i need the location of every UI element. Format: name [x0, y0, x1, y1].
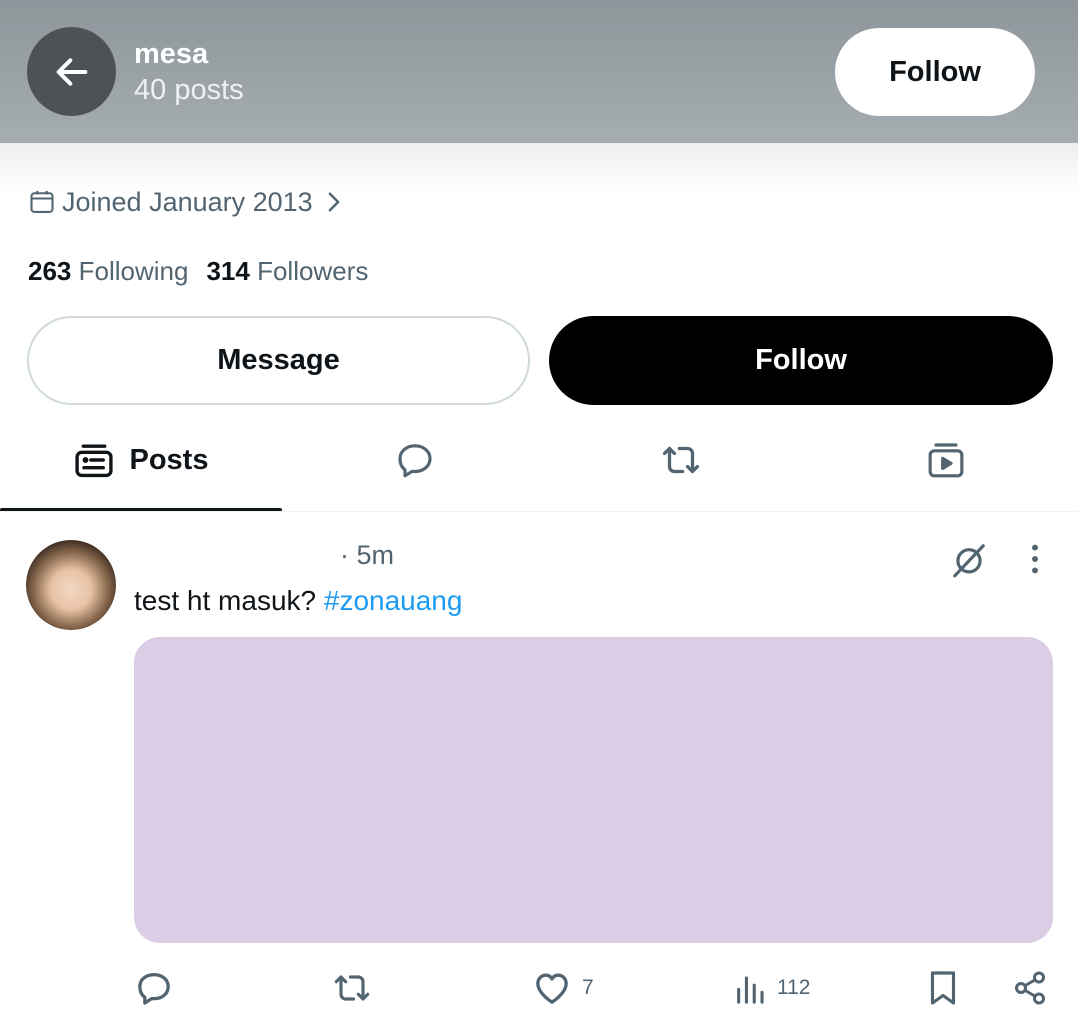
like-action[interactable]: 7 — [532, 966, 594, 1010]
tab-divider — [0, 511, 1078, 512]
repost-icon — [334, 975, 370, 1001]
more-vertical-icon — [1032, 544, 1038, 574]
reply-icon — [138, 973, 170, 1005]
reply-action[interactable] — [134, 966, 184, 1010]
bookmark-icon — [930, 971, 956, 1005]
bookmark-action[interactable] — [925, 966, 961, 1010]
grok-slash-icon — [953, 544, 985, 578]
post-body: test ht masuk? — [134, 585, 324, 616]
joined-date: Joined January 2013 — [62, 186, 313, 217]
like-count: 7 — [582, 976, 594, 999]
followers-label: Followers — [257, 256, 369, 286]
repost-icon — [662, 446, 700, 474]
following-link[interactable]: 263 Following — [28, 256, 188, 286]
tab-media[interactable] — [814, 420, 1078, 500]
message-button[interactable]: Message — [27, 316, 530, 405]
followers-link[interactable]: 314 Followers — [206, 256, 368, 286]
following-label: Following — [78, 256, 189, 286]
post-timestamp[interactable]: · 5m — [340, 540, 394, 571]
tab-posts-label: Posts — [129, 443, 209, 476]
hashtag-link[interactable]: #zonauang — [324, 585, 463, 616]
media-icon — [928, 443, 964, 478]
post-author-avatar[interactable] — [26, 540, 116, 630]
posts-icon — [74, 444, 113, 478]
post-more-icon[interactable] — [1024, 543, 1046, 580]
back-button[interactable] — [27, 27, 116, 116]
follow-button[interactable]: Follow — [549, 316, 1053, 405]
following-count: 263 — [28, 256, 72, 286]
tab-posts[interactable]: Posts — [0, 420, 282, 500]
repost-action[interactable] — [330, 966, 384, 1010]
grok-icon[interactable] — [950, 541, 988, 584]
follow-stats: 263 Following 314 Followers — [28, 256, 368, 287]
views-count: 112 — [777, 976, 811, 999]
post-media[interactable] — [134, 637, 1053, 943]
chevron-right-icon — [328, 192, 340, 212]
header-follow-button[interactable]: Follow — [835, 28, 1035, 116]
tab-replies[interactable] — [282, 420, 548, 500]
calendar-icon — [30, 190, 54, 213]
views-action[interactable]: 112 — [733, 966, 810, 1010]
header-post-count: 40 posts — [134, 74, 244, 106]
followers-count: 314 — [206, 256, 250, 286]
tab-reposts[interactable] — [548, 420, 814, 500]
share-icon — [1015, 971, 1045, 1005]
share-action[interactable] — [1012, 966, 1048, 1010]
header-display-name: mesa — [134, 38, 209, 70]
analytics-icon — [737, 976, 764, 1004]
heart-icon — [536, 973, 568, 1004]
replies-icon — [398, 444, 432, 478]
arrow-left-icon — [56, 57, 87, 86]
post-text: test ht masuk? #zonauang — [134, 585, 462, 617]
joined-date-row[interactable]: Joined January 2013 — [28, 184, 343, 220]
